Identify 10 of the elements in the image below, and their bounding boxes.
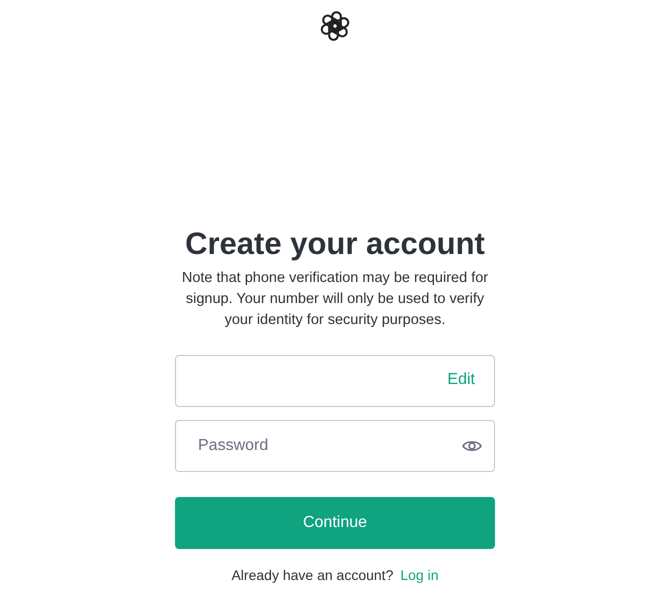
page-title: Create your account [185, 226, 485, 262]
verification-note: Note that phone verification may be required for signup. Your number will only be used to verify your identity for security purposes. [180, 269, 490, 330]
continue-button[interactable]: Continue [175, 497, 495, 549]
password-field[interactable]: Password [175, 420, 495, 472]
login-link[interactable]: Log in [400, 565, 439, 585]
eye-icon[interactable] [462, 439, 482, 453]
email-field[interactable] [175, 355, 495, 407]
edit-link[interactable]: Edit [447, 370, 475, 390]
login-prompt: Already have an account? [231, 566, 394, 585]
knot-logo-icon [319, 10, 351, 42]
